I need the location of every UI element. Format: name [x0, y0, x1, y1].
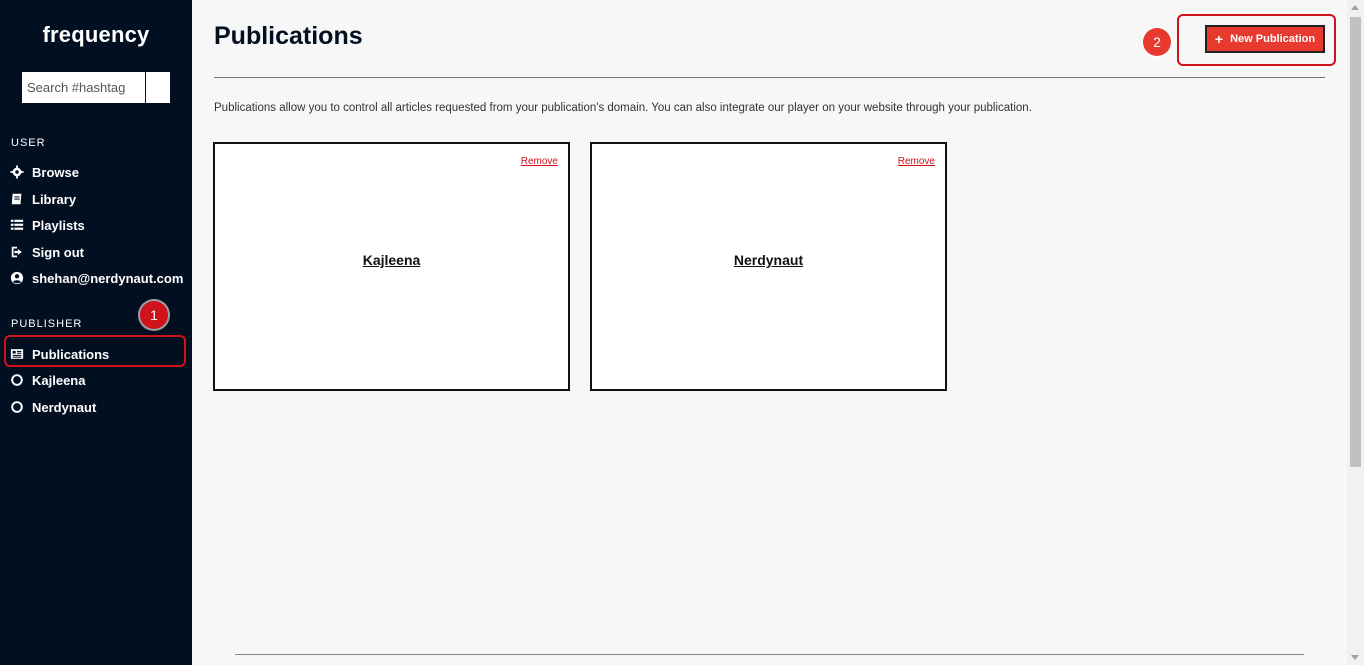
gear-icon: [10, 165, 24, 179]
sidebar-item-label: Browse: [32, 164, 79, 180]
search-button[interactable]: [146, 72, 170, 103]
new-publication-button[interactable]: + New Publication: [1205, 25, 1325, 53]
step-badge-1: 1: [140, 301, 168, 329]
logo-text-part2: uency: [84, 22, 150, 47]
sidebar-item-publications[interactable]: Publications: [10, 345, 109, 363]
remove-link[interactable]: Remove: [898, 156, 935, 167]
logo-text-part1: freq: [42, 22, 85, 47]
header-divider: [214, 77, 1325, 78]
circle-icon: [10, 373, 24, 387]
scroll-down-arrow-icon[interactable]: [1351, 655, 1359, 660]
publication-card-nerdynaut[interactable]: Remove Nerdynaut: [590, 142, 947, 391]
sidebar-item-label: Kajleena: [32, 372, 86, 388]
plus-icon: +: [1214, 31, 1224, 47]
publication-title[interactable]: Nerdynaut: [592, 252, 945, 268]
circle-icon: [10, 400, 24, 414]
publisher-section-label: PUBLISHER: [11, 318, 83, 330]
list-icon: [10, 218, 24, 232]
sidebar-item-nerdynaut[interactable]: Nerdynaut: [10, 398, 96, 416]
search-bar: [22, 72, 170, 103]
sidebar-item-sign-out[interactable]: Sign out: [10, 243, 84, 261]
sidebar-item-kajleena[interactable]: Kajleena: [10, 371, 85, 389]
publication-card-kajleena[interactable]: Remove Kajleena: [213, 142, 570, 391]
scroll-up-arrow-icon[interactable]: [1351, 5, 1359, 10]
newspaper-icon: [10, 347, 24, 361]
scroll-thumb[interactable]: [1350, 17, 1361, 467]
sidebar: frequency USER Browse Library Playlists …: [0, 0, 192, 665]
sidebar-item-label: Nerdynaut: [32, 399, 97, 415]
sidebar-item-browse[interactable]: Browse: [10, 163, 79, 181]
sidebar-item-library[interactable]: Library: [10, 190, 76, 208]
user-section-label: USER: [11, 137, 46, 149]
sidebar-item-label: Publications: [32, 346, 110, 362]
search-input[interactable]: [22, 72, 145, 103]
sidebar-item-playlists[interactable]: Playlists: [10, 216, 85, 234]
sidebar-item-account[interactable]: shehan@nerdynaut.com: [10, 269, 183, 287]
sidebar-item-label: Playlists: [32, 217, 85, 233]
frequency-logo[interactable]: frequency: [0, 22, 192, 48]
book-icon: [10, 192, 24, 206]
new-publication-label: New Publication: [1230, 33, 1316, 45]
sign-out-icon: [10, 245, 24, 259]
publication-title[interactable]: Kajleena: [215, 252, 568, 268]
page-title: Publications: [214, 22, 363, 50]
sidebar-item-label: Library: [32, 191, 77, 207]
remove-link[interactable]: Remove: [521, 156, 558, 167]
page-description: Publications allow you to control all ar…: [214, 102, 1032, 114]
sidebar-item-label: Sign out: [32, 244, 84, 260]
sidebar-item-label: shehan@nerdynaut.com: [32, 270, 184, 286]
footer-divider: [235, 654, 1304, 655]
step-badge-2: 2: [1143, 28, 1171, 56]
user-circle-icon: [10, 271, 24, 285]
vertical-scrollbar[interactable]: [1347, 0, 1364, 665]
